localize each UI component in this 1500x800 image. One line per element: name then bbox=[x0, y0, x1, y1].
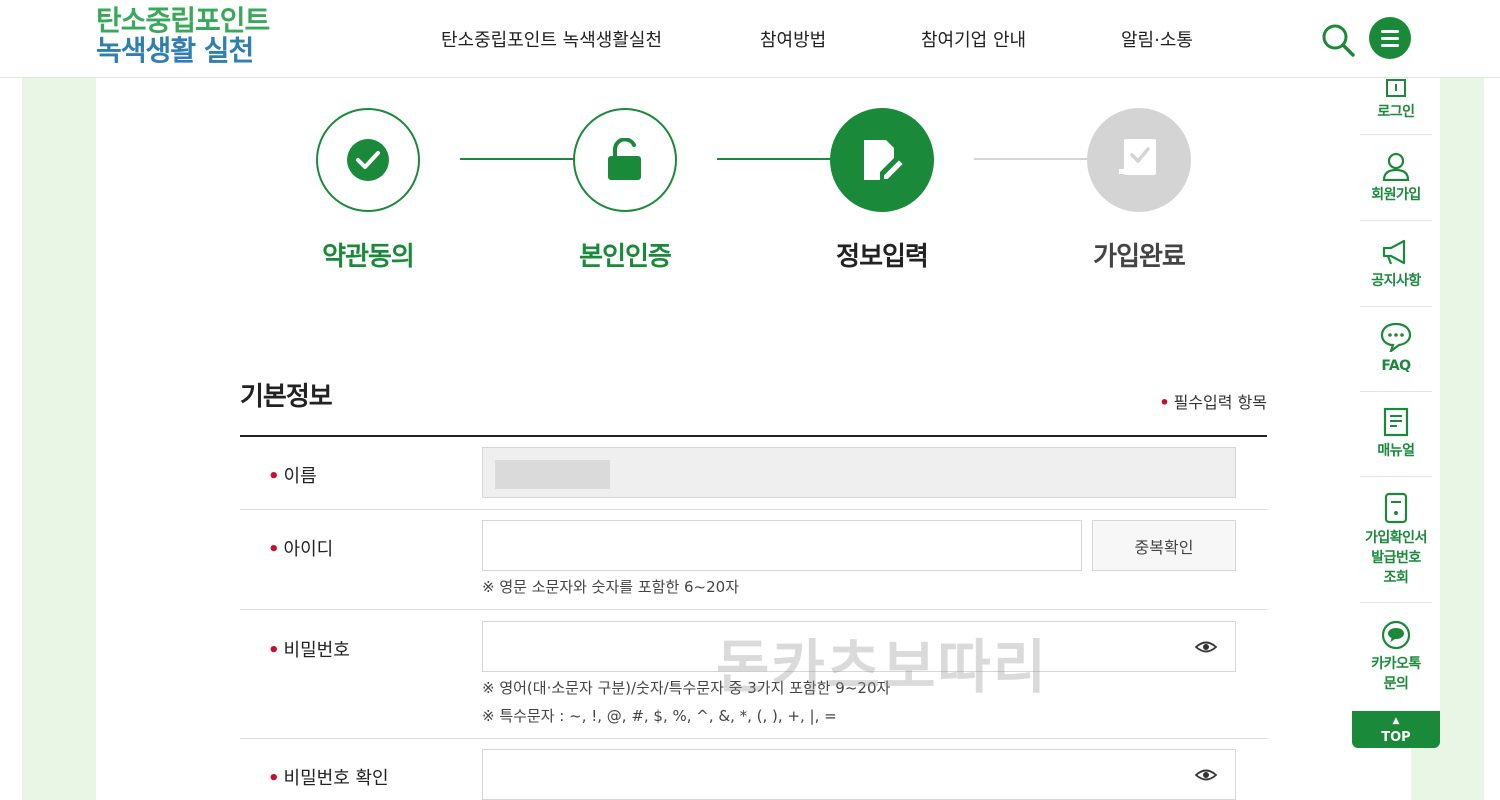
logo-line1: 탄소중립포인트 bbox=[96, 4, 270, 37]
password-confirm-input[interactable] bbox=[482, 749, 1236, 800]
search-button[interactable] bbox=[1320, 22, 1356, 58]
eye-icon[interactable] bbox=[1195, 637, 1217, 657]
kakao-talk-icon bbox=[1381, 620, 1411, 650]
row-divider bbox=[240, 738, 1267, 739]
search-icon bbox=[1322, 24, 1355, 57]
quick-signup-label: 회원가입 bbox=[1371, 187, 1421, 203]
name-label: • 이름 bbox=[268, 466, 317, 487]
check-icon bbox=[347, 139, 389, 181]
manual-icon bbox=[1383, 407, 1409, 437]
password-hint-2: ※ 특수문자 : ~, !, @, #, $, %, ^, &, *, (, )… bbox=[482, 707, 837, 725]
nav-item-how-to-join[interactable]: 참여방법 bbox=[760, 26, 826, 52]
megaphone-icon bbox=[1382, 239, 1406, 265]
id-input[interactable] bbox=[482, 520, 1082, 571]
left-background-band bbox=[22, 78, 96, 800]
menu-button[interactable] bbox=[1369, 17, 1411, 59]
scroll-top-button[interactable]: ▲ TOP bbox=[1352, 711, 1440, 748]
step-label-agreement: 약관동의 bbox=[322, 242, 415, 272]
id-duplicate-check-button[interactable]: 중복확인 bbox=[1092, 520, 1236, 571]
certificate-icon bbox=[1384, 492, 1408, 524]
nav-item-notice[interactable]: 알림·소통 bbox=[1121, 26, 1193, 52]
arrow-up-icon: ▲ bbox=[1392, 716, 1400, 726]
nav-item-green-life[interactable]: 탄소중립포인트 녹색생활실천 bbox=[441, 26, 662, 52]
scroll-top-label: TOP bbox=[1381, 730, 1411, 745]
quick-certificate-label: 가입확인서 발급번호 조회 bbox=[1365, 530, 1427, 586]
quick-kakao[interactable]: 카카오톡 문의 bbox=[1360, 620, 1432, 700]
step-connector-2 bbox=[717, 158, 831, 160]
user-icon bbox=[1382, 152, 1410, 181]
document-check-icon bbox=[1119, 139, 1156, 175]
step-label-complete: 가입완료 bbox=[1093, 242, 1186, 272]
name-value-masked bbox=[495, 460, 610, 489]
password-hint-1: ※ 영어(대·소문자 구분)/숫자/특수문자 중 3가지 포함한 9~20자 bbox=[482, 679, 891, 697]
quick-notice[interactable]: 공지사항 bbox=[1360, 237, 1432, 307]
quick-manual-label: 매뉴얼 bbox=[1377, 443, 1415, 459]
row-divider bbox=[240, 509, 1267, 510]
step-label-verification: 본인인증 bbox=[579, 242, 672, 272]
name-field bbox=[482, 447, 1236, 498]
id-label: • 아이디 bbox=[268, 539, 334, 560]
step-verification bbox=[573, 108, 677, 212]
step-connector-3 bbox=[974, 158, 1088, 160]
password-label: • 비밀번호 bbox=[268, 640, 350, 661]
required-mark: • bbox=[268, 466, 280, 487]
required-mark: • bbox=[268, 768, 280, 789]
unlock-icon bbox=[608, 138, 641, 180]
step-connector-1 bbox=[460, 158, 574, 160]
quick-login[interactable]: 로그인 bbox=[1360, 78, 1432, 135]
calendar-icon bbox=[1386, 79, 1406, 97]
required-mark: • bbox=[268, 539, 280, 560]
site-logo[interactable]: 탄소중립포인트 녹색생활 실천 bbox=[96, 4, 270, 67]
eye-icon[interactable] bbox=[1195, 765, 1217, 785]
step-agreement bbox=[316, 108, 420, 212]
quick-faq[interactable]: FAQ bbox=[1360, 322, 1432, 392]
site-header: 탄소중립포인트 녹색생활 실천 탄소중립포인트 녹색생활실천 참여방법 참여기업… bbox=[0, 0, 1500, 78]
chat-bubble-icon bbox=[1380, 322, 1412, 352]
quick-signup[interactable]: 회원가입 bbox=[1360, 151, 1432, 221]
edit-document-icon bbox=[864, 140, 905, 181]
required-note-text: 필수입력 항목 bbox=[1173, 393, 1267, 412]
step-complete bbox=[1087, 108, 1191, 212]
logo-line2: 녹색생활 실천 bbox=[96, 34, 254, 67]
section-title: 기본정보 bbox=[240, 382, 333, 412]
quick-faq-label: FAQ bbox=[1381, 358, 1411, 374]
nav-item-companies[interactable]: 참여기업 안내 bbox=[921, 26, 1026, 52]
quick-manual[interactable]: 매뉴얼 bbox=[1360, 407, 1432, 477]
step-label-information: 정보입력 bbox=[836, 242, 929, 272]
required-note: • 필수입력 항목 bbox=[1159, 389, 1267, 413]
required-mark: • bbox=[268, 640, 280, 661]
quick-kakao-label: 카카오톡 문의 bbox=[1371, 656, 1421, 692]
quick-login-label: 로그인 bbox=[1377, 104, 1415, 120]
quick-notice-label: 공지사항 bbox=[1371, 273, 1421, 289]
required-mark: • bbox=[1159, 393, 1170, 412]
row-divider bbox=[240, 609, 1267, 610]
form-top-rule bbox=[240, 435, 1267, 437]
step-information bbox=[830, 108, 934, 212]
id-hint: ※ 영문 소문자와 숫자를 포함한 6~20자 bbox=[482, 578, 740, 596]
hamburger-icon bbox=[1381, 30, 1399, 33]
password-confirm-label: • 비밀번호 확인 bbox=[268, 768, 389, 789]
password-input[interactable] bbox=[482, 621, 1236, 672]
quick-certificate-lookup[interactable]: 가입확인서 발급번호 조회 bbox=[1360, 492, 1432, 603]
